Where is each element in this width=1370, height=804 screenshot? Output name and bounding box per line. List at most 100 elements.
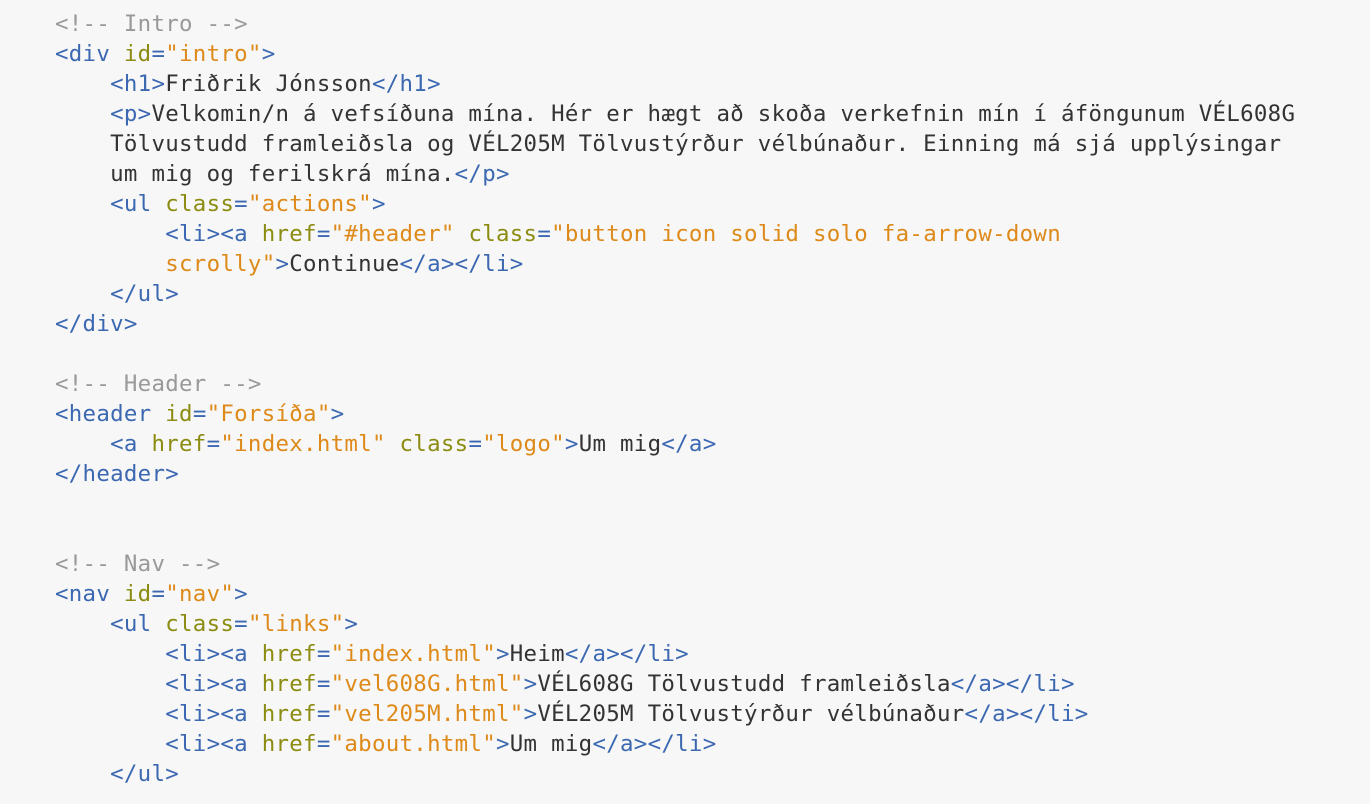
code-string: "actions": [247, 191, 372, 217]
code-attribute: href: [261, 641, 317, 667]
code-string: "#header": [330, 221, 455, 247]
code-text: Um mig: [578, 431, 662, 457]
code-text: Velkomin/n á vefsíðuna mína. Hér er hægt…: [151, 101, 1296, 127]
code-line: <li><a href="about.html">Um mig</a></li>: [55, 729, 1370, 759]
code-tag: <a: [110, 431, 138, 457]
code-attribute: href: [261, 221, 317, 247]
code-tag: </a></li>: [964, 701, 1089, 727]
code-tag: </a></li>: [399, 251, 524, 277]
code-tag: >: [523, 701, 538, 727]
code-attribute: href: [261, 671, 317, 697]
code-string: "intro": [165, 41, 262, 67]
code-view: <!-- Intro --> <div id="intro"> <h1>Friðr…: [0, 0, 1370, 804]
code-punctuation: =: [316, 221, 331, 247]
code-text: um mig og ferilskrá mína.: [110, 161, 455, 187]
code-tag: </div>: [55, 311, 138, 337]
code-punctuation: =: [151, 41, 166, 67]
code-comment: <!-- Nav -->: [55, 551, 221, 577]
code-punctuation: =: [537, 221, 552, 247]
code-comment: <!-- Header -->: [55, 371, 262, 397]
code-punctuation: =: [468, 431, 483, 457]
code-tag: </h1>: [371, 71, 441, 97]
code-tag: <li><a: [165, 641, 248, 667]
code-tag: </ul>: [110, 281, 180, 307]
code-punctuation: =: [234, 611, 248, 637]
code-string: "vel608G.html": [330, 671, 524, 697]
code-line: <li><a href="#header" class="button icon…: [55, 219, 1370, 249]
code-comment: <!-- Intro -->: [55, 11, 248, 37]
code-tag: <li><a: [165, 671, 248, 697]
code-tag: <header: [55, 401, 152, 427]
code-tag: >: [496, 641, 510, 667]
code-line: <h1>Friðrik Jónsson</h1>: [55, 69, 1370, 99]
code-string: "nav": [165, 581, 235, 607]
code-string: "index.html": [220, 431, 386, 457]
code-text: Um mig: [509, 731, 593, 757]
code-tag: <p>: [110, 101, 152, 127]
code-string: "index.html": [330, 641, 496, 667]
code-attribute: href: [151, 431, 207, 457]
code-attribute: class: [399, 431, 469, 457]
code-attribute: id: [123, 581, 152, 607]
code-tag: >: [275, 251, 290, 277]
code-text: VÉL205M Tölvustýrður vélbúnaður: [537, 701, 965, 727]
code-text: Continue: [289, 251, 400, 277]
code-punctuation: =: [316, 671, 331, 697]
code-line: <ul class="links">: [55, 609, 1370, 639]
code-attribute: href: [261, 731, 317, 757]
code-text: Heim: [509, 641, 565, 667]
code-line: <p>Velkomin/n á vefsíðuna mína. Hér er h…: [55, 99, 1370, 129]
code-tag: >: [371, 191, 386, 217]
code-punctuation: =: [206, 431, 221, 457]
code-line: <ul class="actions">: [55, 189, 1370, 219]
code-tag: <li><a: [165, 731, 248, 757]
code-punctuation: =: [316, 641, 331, 667]
code-string: "vel205M.html": [330, 701, 524, 727]
code-punctuation: =: [192, 401, 207, 427]
code-tag: <ul: [110, 611, 152, 637]
code-string: "about.html": [330, 731, 496, 757]
code-text: VÉL608G Tölvustudd framleiðsla: [537, 671, 951, 697]
code-tag: >: [261, 41, 276, 67]
code-line: <!-- Intro -->: [55, 9, 1370, 39]
code-line: scrolly">Continue</a></li>: [55, 249, 1370, 279]
code-tag: </ul>: [110, 761, 180, 787]
code-tag: <h1>: [110, 71, 166, 97]
code-punctuation: =: [316, 701, 331, 727]
code-line: </ul>: [55, 279, 1370, 309]
code-punctuation: =: [316, 731, 331, 757]
code-line: <header id="Forsíða">: [55, 399, 1370, 429]
code-line: <!-- Nav -->: [55, 549, 1370, 579]
code-line: <li><a href="vel205M.html">VÉL205M Tölvu…: [55, 699, 1370, 729]
code-line: <li><a href="vel608G.html">VÉL608G Tölvu…: [55, 669, 1370, 699]
code-string: "links": [247, 611, 345, 637]
code-line: <!-- Header -->: [55, 369, 1370, 399]
code-tag: <li><a: [165, 221, 248, 247]
code-attribute: id: [123, 41, 152, 67]
code-tag: </p>: [454, 161, 510, 187]
code-line: <li><a href="index.html">Heim</a></li>: [55, 639, 1370, 669]
code-tag: >: [523, 671, 538, 697]
code-tag: </a></li>: [950, 671, 1075, 697]
code-line: </header>: [55, 459, 1370, 489]
